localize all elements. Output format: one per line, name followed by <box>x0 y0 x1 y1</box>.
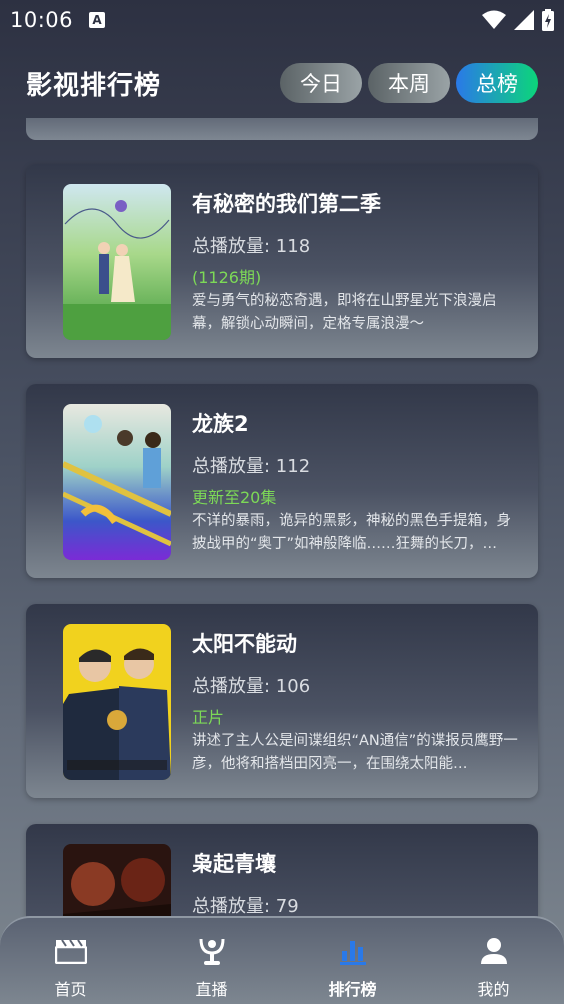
item-play-count: 总播放量: 106 <box>192 676 311 697</box>
tab-today[interactable]: 今日 <box>280 63 362 103</box>
item-description: 不详的暴雨，诡异的黑影，神秘的黑色手提箱，身披战甲的“奥丁”如神般降临……狂舞的… <box>192 513 511 552</box>
tab-all-time[interactable]: 总榜 <box>456 63 538 103</box>
status-bar: 10:06 A <box>0 0 564 40</box>
item-description: 爱与勇气的秘恋奇遇，即将在山野星光下浪漫启幕，解锁心动瞬间，定格专属浪漫～ <box>192 293 497 332</box>
nav-label: 直播 <box>195 980 228 999</box>
item-title: 枭起青壤 <box>192 852 276 876</box>
poster-image <box>63 624 171 780</box>
profile-icon <box>477 934 511 968</box>
nav-item-live[interactable]: 直播 <box>141 918 282 1004</box>
poster-drama-art <box>63 624 171 780</box>
period-tabs: 今日 本周 总榜 <box>280 63 538 103</box>
signal-icon <box>514 10 534 30</box>
tab-week[interactable]: 本周 <box>368 63 450 103</box>
item-play-count: 总播放量: 118 <box>192 236 311 257</box>
status-time: 10:06 <box>10 8 74 32</box>
item-play-count: 总播放量: 79 <box>192 896 299 917</box>
nav-label: 排行榜 <box>328 980 377 999</box>
poster-romance-art <box>63 184 171 340</box>
item-title: 太阳不能动 <box>192 632 297 656</box>
item-status: (1126期) <box>192 268 262 287</box>
ranking-list[interactable]: 有秘密的我们第二季 总播放量: 118 (1126期) 爱与勇气的秘恋奇遇，即将… <box>0 118 564 918</box>
item-status: 正片 <box>192 708 225 727</box>
notification-icon: A <box>89 12 106 28</box>
clapperboard-icon <box>54 934 88 968</box>
wifi-icon <box>482 10 506 29</box>
nav-label: 我的 <box>477 980 510 999</box>
list-item[interactable]: 有秘密的我们第二季 总播放量: 118 (1126期) 爱与勇气的秘恋奇遇，即将… <box>26 164 538 358</box>
nav-item-profile[interactable]: 我的 <box>423 918 564 1004</box>
item-status: 更新至20集 <box>192 488 277 507</box>
poster-anime-art <box>63 404 171 560</box>
live-icon <box>195 934 229 968</box>
bottom-nav: 首页 直播 排行榜 我的 <box>0 916 564 1004</box>
poster-image <box>63 844 171 918</box>
ranking-icon <box>336 934 370 968</box>
poster-image <box>63 184 171 340</box>
header: 影视排行榜 今日 本周 总榜 <box>0 60 564 106</box>
list-item[interactable]: 龙族2 总播放量: 112 更新至20集 不详的暴雨，诡异的黑影，神秘的黑色手提… <box>26 384 538 578</box>
list-item-peek[interactable] <box>26 118 538 140</box>
item-title: 有秘密的我们第二季 <box>192 192 381 216</box>
poster-image <box>63 404 171 560</box>
nav-item-ranking[interactable]: 排行榜 <box>282 918 423 1004</box>
list-item[interactable]: 太阳不能动 总播放量: 106 正片 讲述了主人公是间谍组织“AN通信”的谍报员… <box>26 604 538 798</box>
list-item[interactable]: 枭起青壤 总播放量: 79 <box>26 824 538 918</box>
nav-item-home[interactable]: 首页 <box>0 918 141 1004</box>
item-play-count: 总播放量: 112 <box>192 456 311 477</box>
item-description: 讲述了主人公是间谍组织“AN通信”的谍报员鹰野一彦，他将和搭档田冈亮一，在围绕太… <box>192 733 518 772</box>
poster-dark-art <box>63 844 171 918</box>
item-title: 龙族2 <box>192 412 249 436</box>
status-icons <box>482 9 554 31</box>
nav-label: 首页 <box>54 980 87 999</box>
page-title: 影视排行榜 <box>26 70 162 101</box>
battery-icon <box>542 9 554 31</box>
